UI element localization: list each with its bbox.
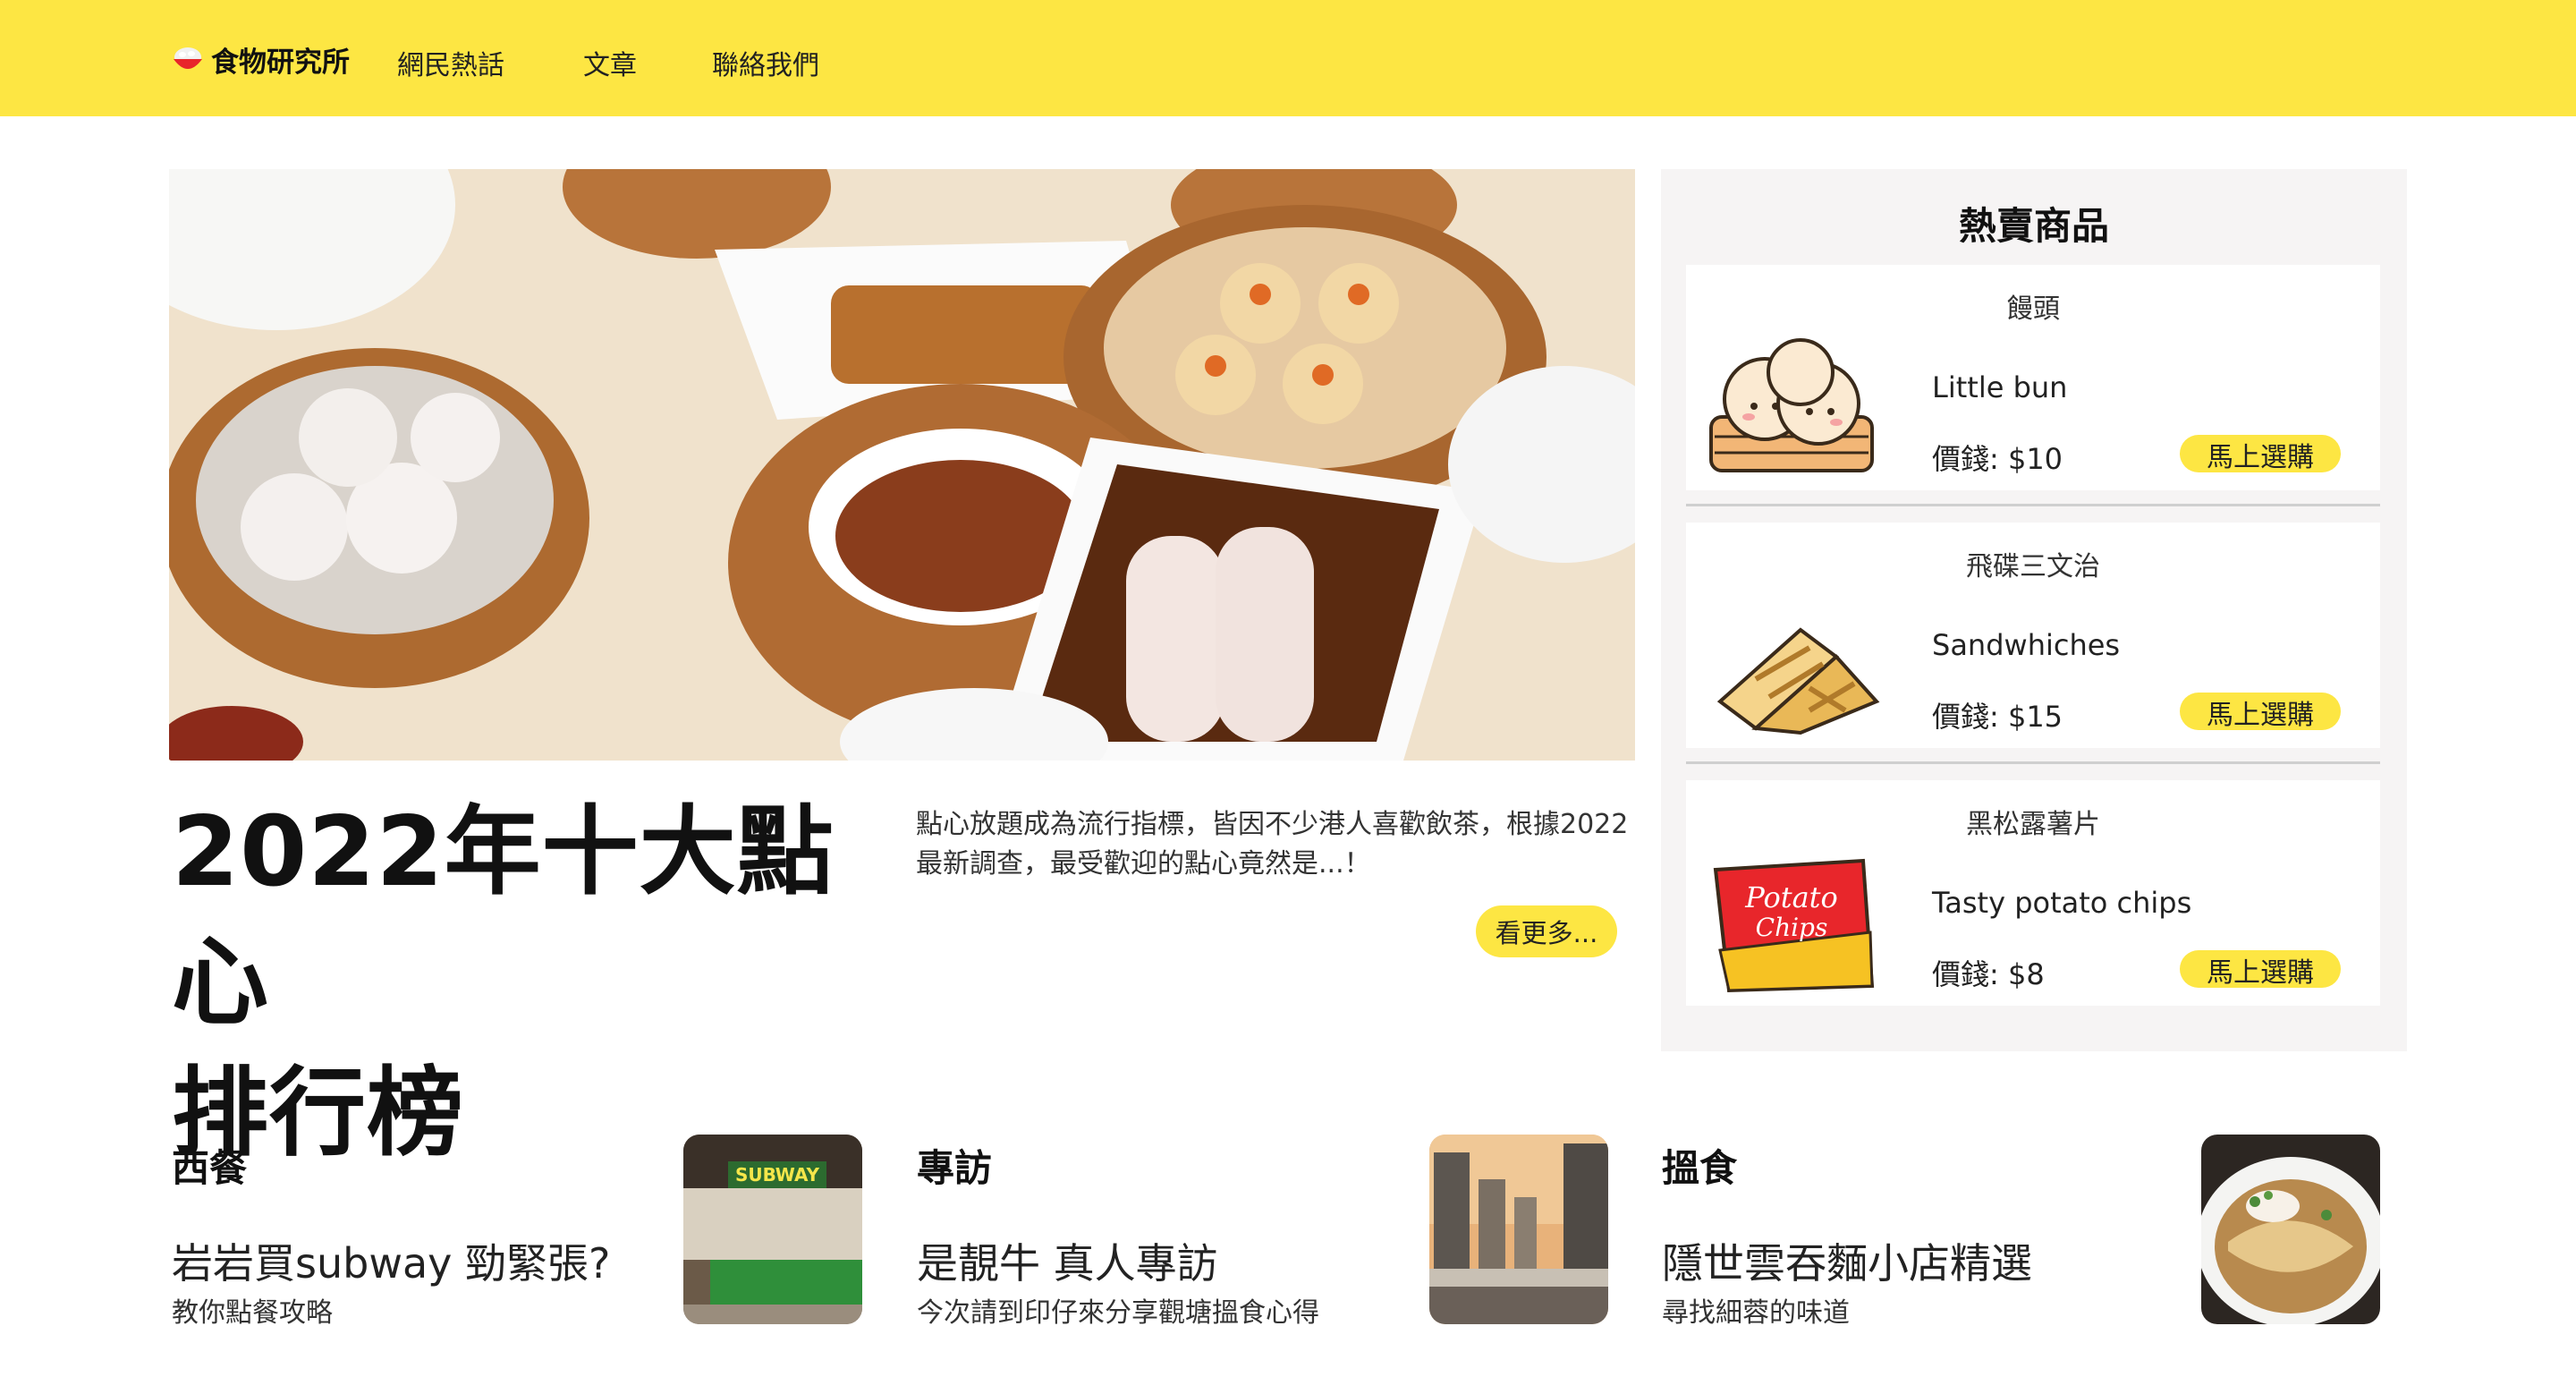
product-name-en: Sandwhiches [1932, 628, 2121, 662]
article-category-interview: 專訪 [917, 1146, 993, 1190]
hot-products-title: 熱賣商品 [1958, 204, 2109, 248]
product-name-cn: 黑松露薯片 [1966, 809, 2100, 840]
article-thumbnail-subway[interactable]: SUBWAY [683, 1135, 862, 1324]
buy-now-button-potato-chips[interactable]: 馬上選購 [2180, 950, 2341, 989]
article-title-wonton-noodles[interactable]: 隱世雲吞麵小店精選 [1662, 1231, 2032, 1290]
top-navigation-bar: 食物研究所 網民熱話 文章 聯絡我們 [0, 0, 2576, 116]
sandwich-icon [1716, 627, 1880, 735]
read-more-button[interactable]: 看更多... [1476, 905, 1617, 957]
steamed-bun-icon [1709, 338, 1874, 472]
article-subtitle-wonton-noodles: 尋找細蓉的味道 [1662, 1297, 1850, 1329]
article-category-western: 西餐 [172, 1146, 248, 1190]
hero-image-dim-sum[interactable] [169, 169, 1635, 761]
article-category-food-hunting: 搵食 [1662, 1146, 1738, 1190]
product-card-sandwich[interactable]: 飛碟三文治 Sandwhiches 價錢: $15 馬上選購 [1686, 523, 2380, 748]
article-thumbnail-noodles[interactable] [2201, 1135, 2380, 1324]
card-divider [1686, 761, 2380, 764]
svg-text:Chips: Chips [1756, 913, 1828, 942]
product-card-bun[interactable]: 饅頭 Little bun 價錢: $10 馬上選購 [1686, 265, 2380, 490]
buy-now-button-bun[interactable]: 馬上選購 [2180, 435, 2341, 473]
product-name-en: Little bun [1932, 370, 2068, 404]
product-name-en: Tasty potato chips [1932, 886, 2192, 920]
product-card-potato-chips[interactable]: 黑松露薯片 Potato Chips Tasty potato chips 價錢… [1686, 780, 2380, 1006]
nav-link-articles[interactable]: 文章 [583, 43, 637, 82]
hero-description: 點心放題成為流行指標，皆因不少港人喜歡飲茶，根據2022最新調查，最受歡迎的點心… [916, 809, 1629, 880]
article-title-interview[interactable]: 是靚牛 真人專訪 [917, 1231, 1218, 1290]
product-price: 價錢: $15 [1932, 700, 2063, 734]
potato-chips-icon: Potato Chips [1713, 858, 1875, 993]
product-name-cn: 饅頭 [2006, 293, 2060, 325]
hot-products-panel: 熱賣商品 饅頭 Little bun 價錢: $10 馬上選購 飛碟三文治 Sa… [1661, 169, 2407, 1051]
svg-text:SUBWAY: SUBWAY [735, 1164, 820, 1186]
hero-headline-line-1: 2022年十大點心 [172, 796, 835, 1039]
product-name-cn: 飛碟三文治 [1966, 551, 2100, 582]
svg-text:Potato: Potato [1744, 880, 1838, 914]
brand-logo-link[interactable]: 食物研究所 [172, 39, 350, 79]
nav-link-hot-topics[interactable]: 網民熱話 [397, 43, 504, 82]
buy-now-button-sandwich[interactable]: 馬上選購 [2180, 693, 2341, 731]
card-divider [1686, 504, 2380, 506]
hero-headline[interactable]: 2022年十大點心 排行榜 [172, 787, 905, 1179]
article-subtitle-interview: 今次請到印仔來分享觀塘搵食心得 [917, 1297, 1319, 1329]
article-subtitle-subway: 教你點餐攻略 [172, 1297, 333, 1329]
rice-bowl-icon [174, 47, 202, 69]
article-title-subway[interactable]: 岩岩買subway 勁緊張? [172, 1231, 610, 1290]
product-price: 價錢: $10 [1932, 442, 2063, 476]
nav-link-contact[interactable]: 聯絡我們 [712, 43, 819, 82]
product-price: 價錢: $8 [1932, 957, 2045, 991]
brand-name: 食物研究所 [211, 46, 350, 79]
article-thumbnail-city[interactable] [1429, 1135, 1608, 1324]
